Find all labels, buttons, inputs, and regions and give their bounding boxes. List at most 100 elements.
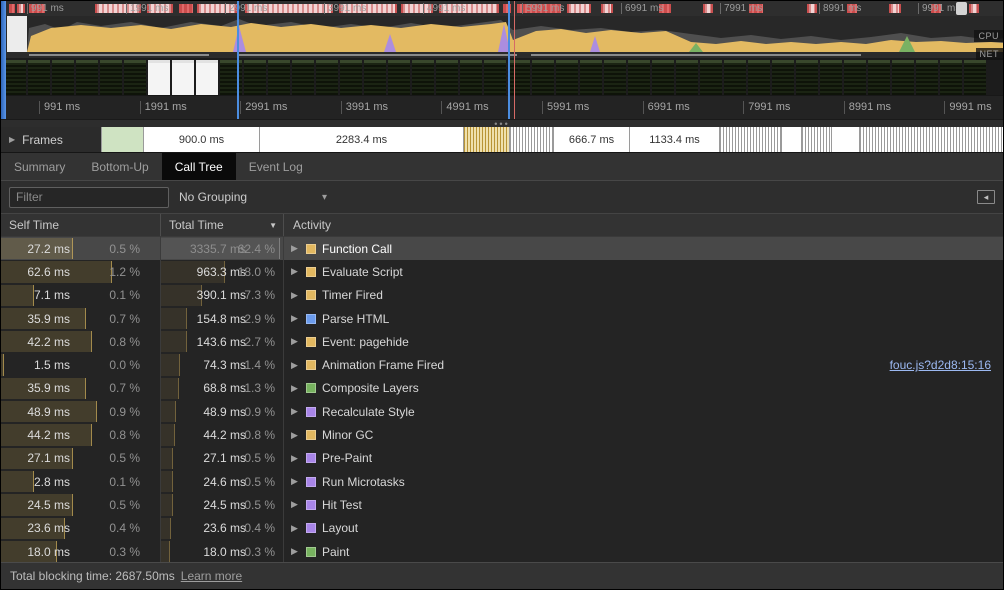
tab-event-log[interactable]: Event Log (236, 153, 316, 180)
expand-arrow-icon[interactable]: ▶ (291, 383, 304, 394)
screenshot-thumbnail[interactable] (844, 60, 866, 95)
screenshot-thumbnail[interactable] (940, 60, 962, 95)
expand-arrow-icon[interactable]: ▶ (291, 453, 304, 464)
screenshot-thumbnail[interactable] (52, 60, 74, 95)
expand-arrow-icon[interactable]: ▶ (291, 499, 304, 510)
frame-segment[interactable] (859, 127, 1003, 152)
expand-arrow-icon[interactable]: ▶ (291, 336, 304, 347)
screenshot-thumbnail[interactable] (676, 60, 698, 95)
screenshot-thumbnail[interactable] (148, 60, 170, 95)
screenshot-thumbnail[interactable] (652, 60, 674, 95)
call-tree-row[interactable]: 23.6 ms 0.4 % 23.6 ms 0.4 % ▶ Layout (1, 517, 1003, 540)
range-handle-left[interactable] (1, 1, 6, 119)
screenshot-thumbnail[interactable] (628, 60, 650, 95)
expand-arrow-icon[interactable]: ▶ (291, 430, 304, 441)
source-location-link[interactable]: fouc.js?d2d8:15:16 (890, 358, 991, 372)
screenshot-thumbnail[interactable] (508, 60, 530, 95)
screenshot-thumbnail[interactable] (964, 60, 986, 95)
screenshot-thumbnail[interactable] (868, 60, 890, 95)
tab-bottom-up[interactable]: Bottom-Up (78, 153, 161, 180)
expand-arrow-icon[interactable]: ▶ (291, 476, 304, 487)
expand-arrow-icon[interactable]: ▶ (291, 243, 304, 254)
frame-segment[interactable] (101, 127, 143, 152)
frame-segment[interactable] (719, 127, 781, 152)
panel-resizer[interactable]: ••• (1, 119, 1003, 127)
screenshot-thumbnail[interactable] (460, 60, 482, 95)
grouping-select[interactable]: No Grouping ▾ (175, 190, 331, 204)
frames-track-content[interactable]: 900.0 ms2283.4 ms 666.7 ms1133.4 ms (101, 127, 1003, 152)
learn-more-link[interactable]: Learn more (181, 569, 242, 583)
tab-summary[interactable]: Summary (1, 153, 78, 180)
screenshot-thumbnail[interactable] (340, 60, 362, 95)
call-tree-row[interactable]: 27.2 ms 0.5 % 3335.7 ms 62.4 % ▶ Functio… (1, 237, 1003, 260)
screenshot-thumbnail[interactable] (124, 60, 146, 95)
screenshot-thumbnail[interactable] (100, 60, 122, 95)
filter-input[interactable] (9, 187, 169, 208)
screenshot-thumbnail[interactable] (76, 60, 98, 95)
screenshot-thumbnail[interactable] (268, 60, 290, 95)
cpu-activity-chart[interactable]: CPU (1, 16, 1003, 52)
screenshot-thumbnail[interactable] (700, 60, 722, 95)
call-tree-row[interactable]: 35.9 ms 0.7 % 68.8 ms 1.3 % ▶ Composite … (1, 377, 1003, 400)
expand-arrow-icon[interactable]: ▶ (291, 266, 304, 277)
screenshot-thumbnail[interactable] (484, 60, 506, 95)
frame-segment[interactable]: 1133.4 ms (629, 127, 719, 152)
frame-segment[interactable] (831, 127, 859, 152)
overview-ruler[interactable]: 991 ms1991 ms2991 ms3991 ms4991 ms5991 m… (1, 1, 1003, 16)
screenshot-thumbnail[interactable] (580, 60, 602, 95)
screenshot-thumbnail[interactable] (892, 60, 914, 95)
call-tree-row[interactable]: 35.9 ms 0.7 % 154.8 ms 2.9 % ▶ Parse HTM… (1, 307, 1003, 330)
screenshot-thumbnail[interactable] (388, 60, 410, 95)
frame-segment[interactable]: 2283.4 ms (259, 127, 463, 152)
frame-segment[interactable]: 900.0 ms (143, 127, 259, 152)
frame-segment[interactable] (463, 127, 509, 152)
screenshot-thumbnail[interactable] (556, 60, 578, 95)
screenshot-thumbnail[interactable] (796, 60, 818, 95)
overview-scrollbar-thumb[interactable] (956, 2, 967, 15)
screenshot-thumbnail[interactable] (172, 60, 194, 95)
expand-arrow-icon[interactable]: ▶ (291, 523, 304, 534)
screenshot-thumbnail[interactable] (316, 60, 338, 95)
expand-arrow-icon[interactable]: ▶ (291, 546, 304, 557)
call-tree-row[interactable]: 42.2 ms 0.8 % 143.6 ms 2.7 % ▶ Event: pa… (1, 330, 1003, 353)
call-tree-row[interactable]: 48.9 ms 0.9 % 48.9 ms 0.9 % ▶ Recalculat… (1, 400, 1003, 423)
screenshot-thumbnail[interactable] (436, 60, 458, 95)
call-tree-row[interactable]: 2.8 ms 0.1 % 24.6 ms 0.5 % ▶ Run Microta… (1, 470, 1003, 493)
screenshot-thumbnail[interactable] (724, 60, 746, 95)
frames-track-header[interactable]: ▶ Frames (1, 127, 101, 152)
call-tree-row[interactable]: 44.2 ms 0.8 % 44.2 ms 0.8 % ▶ Minor GC (1, 423, 1003, 446)
expand-arrow-icon[interactable]: ▶ (291, 313, 304, 324)
screenshot-thumbnail[interactable] (364, 60, 386, 95)
screenshot-thumbnail[interactable] (748, 60, 770, 95)
column-header-self-time[interactable]: Self Time (1, 214, 161, 236)
call-tree-row[interactable]: 7.1 ms 0.1 % 390.1 ms 7.3 % ▶ Timer Fire… (1, 284, 1003, 307)
frame-segment[interactable] (509, 127, 553, 152)
screenshot-thumbnail[interactable] (196, 60, 218, 95)
screenshot-thumbnail[interactable] (532, 60, 554, 95)
expand-arrow-icon[interactable]: ▶ (291, 290, 304, 301)
screenshot-thumbnail[interactable] (820, 60, 842, 95)
expand-arrow-icon[interactable]: ▶ (291, 406, 304, 417)
timeline-overview[interactable]: 991 ms1991 ms2991 ms3991 ms4991 ms5991 m… (1, 1, 1003, 119)
screenshot-thumbnail[interactable] (292, 60, 314, 95)
call-tree-row[interactable]: 24.5 ms 0.5 % 24.5 ms 0.5 % ▶ Hit Test (1, 493, 1003, 516)
tab-call-tree[interactable]: Call Tree (162, 153, 236, 180)
frame-segment[interactable] (801, 127, 831, 152)
screenshot-filmstrip[interactable] (1, 58, 1003, 95)
screenshot-thumbnail[interactable] (244, 60, 266, 95)
show-heaviest-stack-button[interactable]: ◂ (977, 190, 995, 204)
frame-segment[interactable]: 666.7 ms (553, 127, 629, 152)
expand-arrow-icon[interactable]: ▶ (291, 360, 304, 371)
screenshot-thumbnail[interactable] (4, 60, 26, 95)
column-header-total-time[interactable]: Total Time ▼ (161, 214, 284, 236)
call-tree-row[interactable]: 27.1 ms 0.5 % 27.1 ms 0.5 % ▶ Pre-Paint (1, 447, 1003, 470)
frame-segment[interactable] (781, 127, 801, 152)
call-tree-row[interactable]: 18.0 ms 0.3 % 18.0 ms 0.3 % ▶ Paint (1, 540, 1003, 562)
screenshot-thumbnail[interactable] (412, 60, 434, 95)
screenshot-thumbnail[interactable] (772, 60, 794, 95)
call-tree-row[interactable]: 1.5 ms 0.0 % 74.3 ms 1.4 % ▶ Animation F… (1, 353, 1003, 376)
column-header-activity[interactable]: Activity (284, 214, 1003, 236)
call-tree-row[interactable]: 62.6 ms 1.2 % 963.3 ms 18.0 % ▶ Evaluate… (1, 260, 1003, 283)
screenshot-thumbnail[interactable] (604, 60, 626, 95)
screenshot-thumbnail[interactable] (28, 60, 50, 95)
